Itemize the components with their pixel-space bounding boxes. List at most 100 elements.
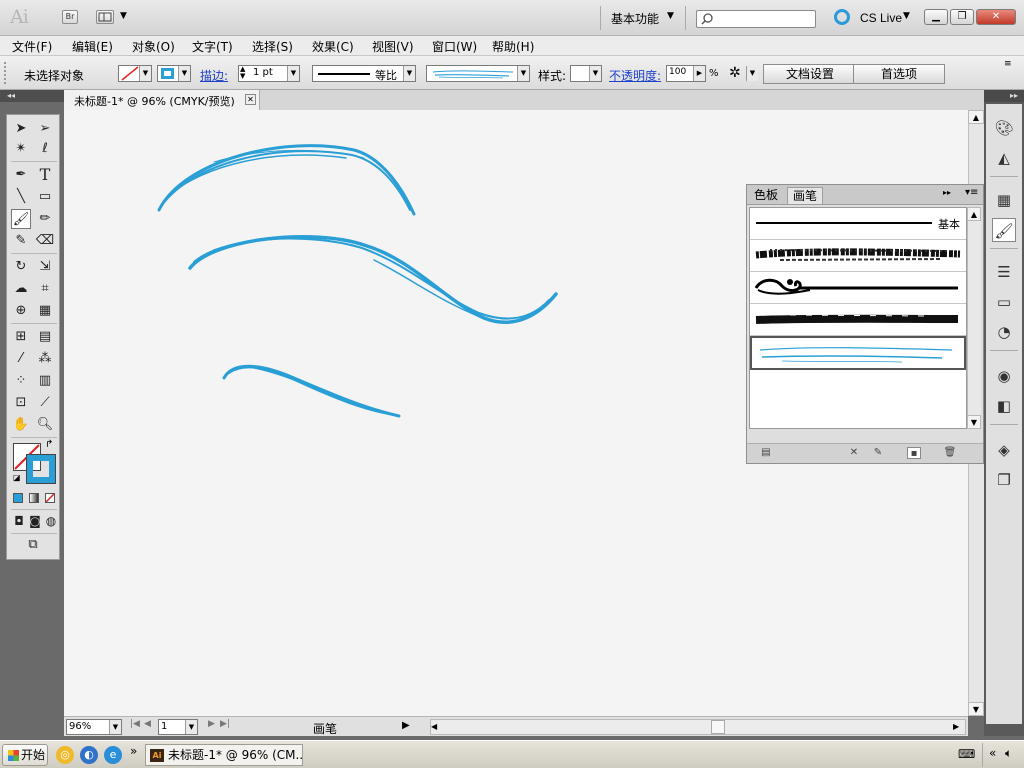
menu-object[interactable]: 对象(O) [132,38,175,55]
paintbrush-tool-icon[interactable]: 🖌 [11,209,31,229]
warp-tool-icon[interactable]: ☁ [11,279,31,299]
magic-wand-tool-icon[interactable]: ✴ [11,139,31,159]
stroke-weight-dropdown-icon[interactable]: ▼ [287,66,299,81]
artboard-number[interactable]: 1 [161,721,167,732]
menu-help[interactable]: 帮助(H) [492,38,534,55]
workspace-switcher[interactable]: 基本功能 [611,10,659,27]
column-graph-tool-icon[interactable]: ▥ [35,371,55,391]
bridge-button[interactable]: Br [62,10,78,24]
previous-artboard-icon[interactable]: ◀ [144,719,151,729]
shape-builder-tool-icon[interactable]: ⊕ [11,301,31,321]
brush-stroke-2[interactable] [188,235,558,324]
appearance-panel-icon[interactable]: ◉ [992,364,1016,388]
quicklaunch-app-icon[interactable]: ◐ [80,746,98,764]
artboard-tool-icon[interactable]: ⊡ [11,393,31,413]
gradient-mode-icon[interactable] [29,493,39,503]
control-menu-icon[interactable]: ≡ [1004,59,1012,69]
symbol-sprayer-tool-icon[interactable]: ⁘ [11,371,31,391]
tray-expand-icon[interactable]: « [989,746,996,760]
tab-brushes[interactable]: 画笔 [787,187,824,204]
zoom-level-field[interactable]: 96% ▼ [66,719,122,735]
zoom-value[interactable]: 96% [69,721,91,732]
scroll-up-icon[interactable]: ▲ [968,110,984,124]
last-artboard-icon[interactable]: ▶| [220,719,230,729]
fill-swatch[interactable]: ▼ [118,65,152,82]
preferences-button[interactable]: 首选项 [853,64,945,84]
brush-basic[interactable]: 基本 [750,208,966,240]
cs-live-menu[interactable]: CS Live [860,11,902,25]
transparency-panel-icon[interactable]: ◔ [992,320,1016,344]
restore-button[interactable]: ❐ [950,9,974,25]
default-fill-stroke-icon[interactable]: ◪ [13,473,21,482]
remove-brush-stroke-icon[interactable]: ✕ [847,447,861,459]
toolbox-collapse-icon[interactable]: ◂◂ [0,90,64,102]
workspace-dropdown-icon[interactable]: ▼ [667,11,674,21]
current-tool-status[interactable]: 画笔 [313,720,337,737]
dock-expand-icon[interactable]: ▸▸ [984,90,1024,102]
start-button[interactable]: 开始 [2,744,48,766]
quicklaunch-more-icon[interactable]: » [130,744,137,758]
brush-dropdown-icon[interactable]: ▼ [517,66,529,81]
brush-list-scrollbar[interactable]: ▲ ▼ [967,207,981,429]
rotate-tool-icon[interactable]: ↻ [11,257,31,277]
stroke-swatch[interactable]: ▼ [157,65,191,82]
brush-decorative[interactable] [750,272,966,304]
hand-tool-icon[interactable]: ✋ [11,415,31,435]
document-tab-label[interactable]: 未标题-1* @ 96% (CMYK/预览) [74,93,235,109]
perspective-grid-tool-icon[interactable]: ▦ [35,301,55,321]
stroke-panel-icon[interactable]: ☰ [992,260,1016,284]
pencil-tool-icon[interactable]: ✏ [35,209,55,229]
graphic-styles-panel-icon[interactable]: ◧ [992,394,1016,418]
brushes-panel-icon[interactable]: 🖌 [992,218,1016,242]
stroke-weight-value[interactable]: 1 pt [253,67,273,78]
recolor-artwork-icon[interactable]: ✲ [729,65,741,81]
artboard-dropdown-icon[interactable]: ▼ [185,720,197,734]
scroll-up-icon[interactable]: ▲ [967,207,981,221]
grip-handle[interactable] [4,62,10,84]
tab-swatches[interactable]: 色板 [749,187,783,204]
direct-selection-tool-icon[interactable]: ➢ [35,119,55,139]
close-document-icon[interactable]: ✕ [245,94,256,105]
menu-window[interactable]: 窗口(W) [432,38,477,55]
taskbar-illustrator-window[interactable]: Ai 未标题-1* @ 96% (CM... [145,744,303,766]
scroll-down-icon[interactable]: ▼ [968,702,984,716]
stroke-panel-link[interactable]: 描边: [200,67,228,84]
close-button[interactable]: ✕ [976,9,1016,25]
horizontal-scroll-thumb[interactable] [711,720,725,734]
zoom-tool-icon[interactable]: 🔍︎ [35,415,55,435]
document-tab[interactable]: 未标题-1* @ 96% (CMYK/预览) ✕ [64,90,260,110]
brush-stroke-3[interactable] [222,364,401,418]
blend-tool-icon[interactable]: ⁂ [35,349,55,369]
keyboard-tray-icon[interactable]: ⌨ [958,747,975,761]
new-brush-icon[interactable]: ▪ [907,447,921,459]
type-tool-icon[interactable]: T [35,165,55,185]
scale-tool-icon[interactable]: ⇲ [35,257,55,277]
color-guide-icon[interactable]: ◭ [992,146,1016,170]
search-input[interactable] [696,10,816,28]
free-transform-tool-icon[interactable]: ⌗ [35,279,55,299]
stroke-weight-field[interactable]: ▲ ▼ 1 pt ▼ [238,65,300,82]
status-menu-icon[interactable]: ▶ [402,720,410,731]
line-tool-icon[interactable]: ╲ [11,187,31,207]
opacity-arrow-icon[interactable]: ▶ [693,66,705,81]
first-artboard-icon[interactable]: |◀ [130,719,140,729]
internet-explorer-icon[interactable]: e [104,746,122,764]
selection-tool-icon[interactable]: ➤ [11,119,31,139]
scroll-right-icon[interactable]: ▶ [953,720,959,734]
opacity-field[interactable]: 100 ▶ [666,65,706,82]
menu-file[interactable]: 文件(F) [12,38,52,55]
eyedropper-tool-icon[interactable]: ⁄ [11,349,31,369]
mesh-tool-icon[interactable]: ⊞ [11,327,31,347]
profile-dropdown-icon[interactable]: ▼ [403,66,415,81]
brush-libraries-icon[interactable]: ▤ [759,447,773,459]
lasso-tool-icon[interactable]: ℓ [35,139,55,159]
screen-mode-icon[interactable]: ⧉ [23,535,43,555]
recolor-dropdown-icon[interactable]: ▼ [746,66,758,81]
opacity-value[interactable]: 100 [669,67,686,77]
stroke-weight-stepper-icon[interactable]: ▲ ▼ [240,66,245,80]
arrange-documents-button[interactable] [96,10,114,24]
brush-definition[interactable]: ▼ [426,65,530,82]
document-setup-button[interactable]: 文档设置 [763,64,857,84]
brush-blue-artistic[interactable] [750,336,966,370]
fill-dropdown-icon[interactable]: ▼ [139,66,151,81]
